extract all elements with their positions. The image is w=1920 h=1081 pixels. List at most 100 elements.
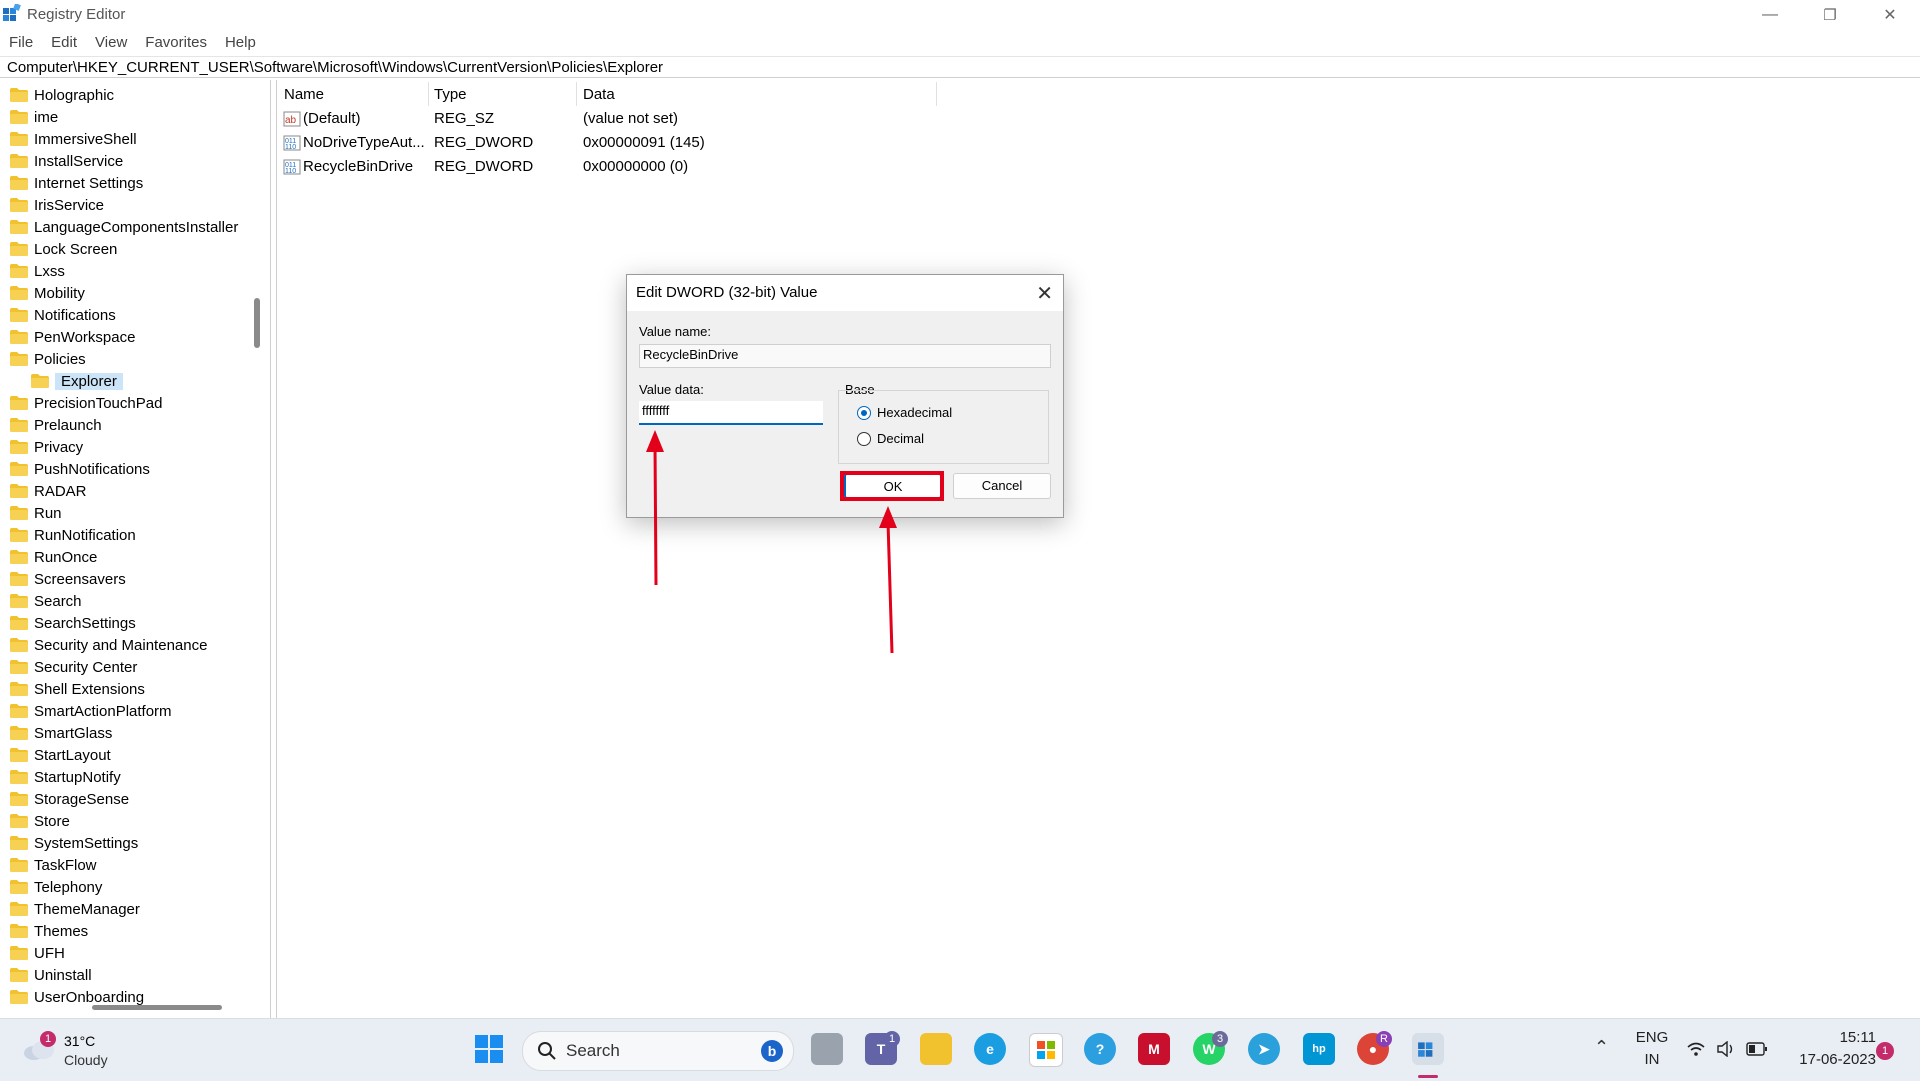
tree-item[interactable]: Screensavers: [10, 568, 126, 590]
close-button[interactable]: ✕: [1860, 0, 1920, 30]
tree-item[interactable]: StorageSense: [10, 788, 129, 810]
tree-item[interactable]: Shell Extensions: [10, 678, 145, 700]
tree-item[interactable]: StartLayout: [10, 744, 111, 766]
tree-item[interactable]: StartupNotify: [10, 766, 121, 788]
tree-item[interactable]: PushNotifications: [10, 458, 150, 480]
myhp-icon[interactable]: hp: [1303, 1033, 1335, 1065]
mcafee-icon[interactable]: M: [1138, 1033, 1170, 1065]
tree-item[interactable]: Lxss: [10, 260, 65, 282]
hexadecimal-label[interactable]: Hexadecimal: [877, 405, 952, 420]
tree-item[interactable]: RADAR: [10, 480, 87, 502]
menu-edit[interactable]: Edit: [42, 30, 86, 54]
tree-item[interactable]: Store: [10, 810, 70, 832]
folder-icon: [10, 396, 28, 410]
tree-item[interactable]: SmartGlass: [10, 722, 112, 744]
cancel-button[interactable]: Cancel: [953, 473, 1051, 499]
tree-item[interactable]: Notifications: [10, 304, 116, 326]
ok-highlight-box: [840, 471, 944, 501]
bing-icon[interactable]: b: [761, 1040, 783, 1062]
weather-temp: 31°C: [64, 1033, 96, 1049]
minimize-button[interactable]: —: [1740, 0, 1800, 30]
tree-item[interactable]: Security Center: [10, 656, 137, 678]
tree-item[interactable]: Security and Maintenance: [10, 634, 207, 656]
taskbar-search[interactable]: Search b: [522, 1031, 794, 1071]
notification-badge[interactable]: 1: [1876, 1042, 1894, 1060]
decimal-label[interactable]: Decimal: [877, 431, 924, 446]
column-separator[interactable]: [936, 82, 937, 106]
clock-date[interactable]: 17-06-2023: [1776, 1051, 1876, 1068]
tree-item[interactable]: ImmersiveShell: [10, 128, 137, 150]
menu-help[interactable]: Help: [216, 30, 265, 54]
tree-item[interactable]: SmartActionPlatform: [10, 700, 172, 722]
task-view-icon[interactable]: [811, 1033, 843, 1065]
tree-item-label: IrisService: [34, 196, 105, 214]
value-data-input[interactable]: ffffffff: [639, 401, 823, 425]
value-name-field[interactable]: RecycleBinDrive: [639, 344, 1051, 368]
value-row[interactable]: 011 110 RecycleBinDrive REG_DWORD 0x00000…: [277, 156, 1077, 178]
battery-icon[interactable]: [1746, 1042, 1768, 1056]
tree-item[interactable]: Themes: [10, 920, 88, 942]
tree-item[interactable]: Run: [10, 502, 62, 524]
dialog-close-icon[interactable]: ✕: [1036, 281, 1053, 306]
tree-item[interactable]: Internet Settings: [10, 172, 143, 194]
value-row[interactable]: 011 110 NoDriveTypeAut... REG_DWORD 0x000…: [277, 132, 1077, 154]
tree-item[interactable]: Mobility: [10, 282, 85, 304]
tree-item-label: Prelaunch: [34, 416, 102, 434]
tree-item[interactable]: Prelaunch: [10, 414, 102, 436]
volume-icon[interactable]: [1716, 1041, 1736, 1057]
telegram-icon[interactable]: ➤: [1248, 1033, 1280, 1065]
tree-item-label: RunNotification: [34, 526, 136, 544]
tree-item[interactable]: Privacy: [10, 436, 83, 458]
menu-file[interactable]: File: [0, 30, 42, 54]
tree-item[interactable]: SystemSettings: [10, 832, 138, 854]
language-line2[interactable]: IN: [1632, 1051, 1672, 1068]
wifi-icon[interactable]: [1686, 1041, 1706, 1057]
column-name[interactable]: Name: [284, 84, 324, 106]
show-hidden-icons-chevron-icon[interactable]: ⌃: [1594, 1037, 1609, 1058]
address-bar[interactable]: Computer\HKEY_CURRENT_USER\Software\Micr…: [0, 56, 1920, 78]
tree-item[interactable]: ThemeManager: [10, 898, 140, 920]
tree-item[interactable]: Uninstall: [10, 964, 92, 986]
column-data[interactable]: Data: [583, 84, 615, 106]
store-icon[interactable]: [1029, 1033, 1063, 1067]
edge-icon[interactable]: e: [974, 1033, 1006, 1065]
tree-item[interactable]: Lock Screen: [10, 238, 117, 260]
get-help-icon[interactable]: ?: [1084, 1033, 1116, 1065]
tree-item[interactable]: Policies: [10, 348, 86, 370]
tree-item[interactable]: PrecisionTouchPad: [10, 392, 162, 414]
menu-view[interactable]: View: [86, 30, 136, 54]
maximize-button[interactable]: ❐: [1800, 0, 1860, 30]
tree-item[interactable]: Search: [10, 590, 82, 612]
decimal-radio[interactable]: [857, 432, 871, 446]
tree-item[interactable]: ime: [10, 106, 58, 128]
tree-vertical-scrollbar[interactable]: [254, 298, 260, 348]
tree-item[interactable]: Holographic: [10, 84, 114, 106]
regedit-taskbar-icon[interactable]: [1412, 1033, 1444, 1065]
value-row[interactable]: ab (Default) REG_SZ (value not set): [277, 108, 1077, 130]
folder-icon: [10, 88, 28, 102]
tree-item-label: LanguageComponentsInstaller: [34, 218, 239, 236]
tree-item[interactable]: LanguageComponentsInstaller: [10, 216, 238, 238]
tree-item[interactable]: RunOnce: [10, 546, 97, 568]
column-separator[interactable]: [428, 82, 429, 106]
menu-favorites[interactable]: Favorites: [136, 30, 216, 54]
tree-item[interactable]: Telephony: [10, 876, 102, 898]
tree-item[interactable]: TaskFlow: [10, 854, 97, 876]
tree-item[interactable]: SearchSettings: [10, 612, 136, 634]
tree-item[interactable]: UFH: [10, 942, 65, 964]
clock-time[interactable]: 15:11: [1786, 1029, 1876, 1046]
column-type[interactable]: Type: [434, 84, 467, 106]
tree-item[interactable]: RunNotification: [10, 524, 136, 546]
tree-horizontal-scrollbar[interactable]: [92, 1005, 222, 1010]
tree-item[interactable]: IrisService: [10, 194, 104, 216]
start-button[interactable]: [473, 1033, 505, 1065]
column-separator[interactable]: [576, 82, 577, 106]
folder-icon: [10, 176, 28, 190]
hexadecimal-radio[interactable]: [857, 406, 871, 420]
file-explorer-icon[interactable]: [920, 1033, 952, 1065]
tree-item[interactable]: InstallService: [10, 150, 123, 172]
tree-item[interactable]: PenWorkspace: [10, 326, 135, 348]
language-line1[interactable]: ENG: [1632, 1029, 1672, 1046]
tree-item[interactable]: Explorer: [31, 370, 123, 392]
weather-widget[interactable]: 1 31°C Cloudy: [18, 1027, 128, 1073]
